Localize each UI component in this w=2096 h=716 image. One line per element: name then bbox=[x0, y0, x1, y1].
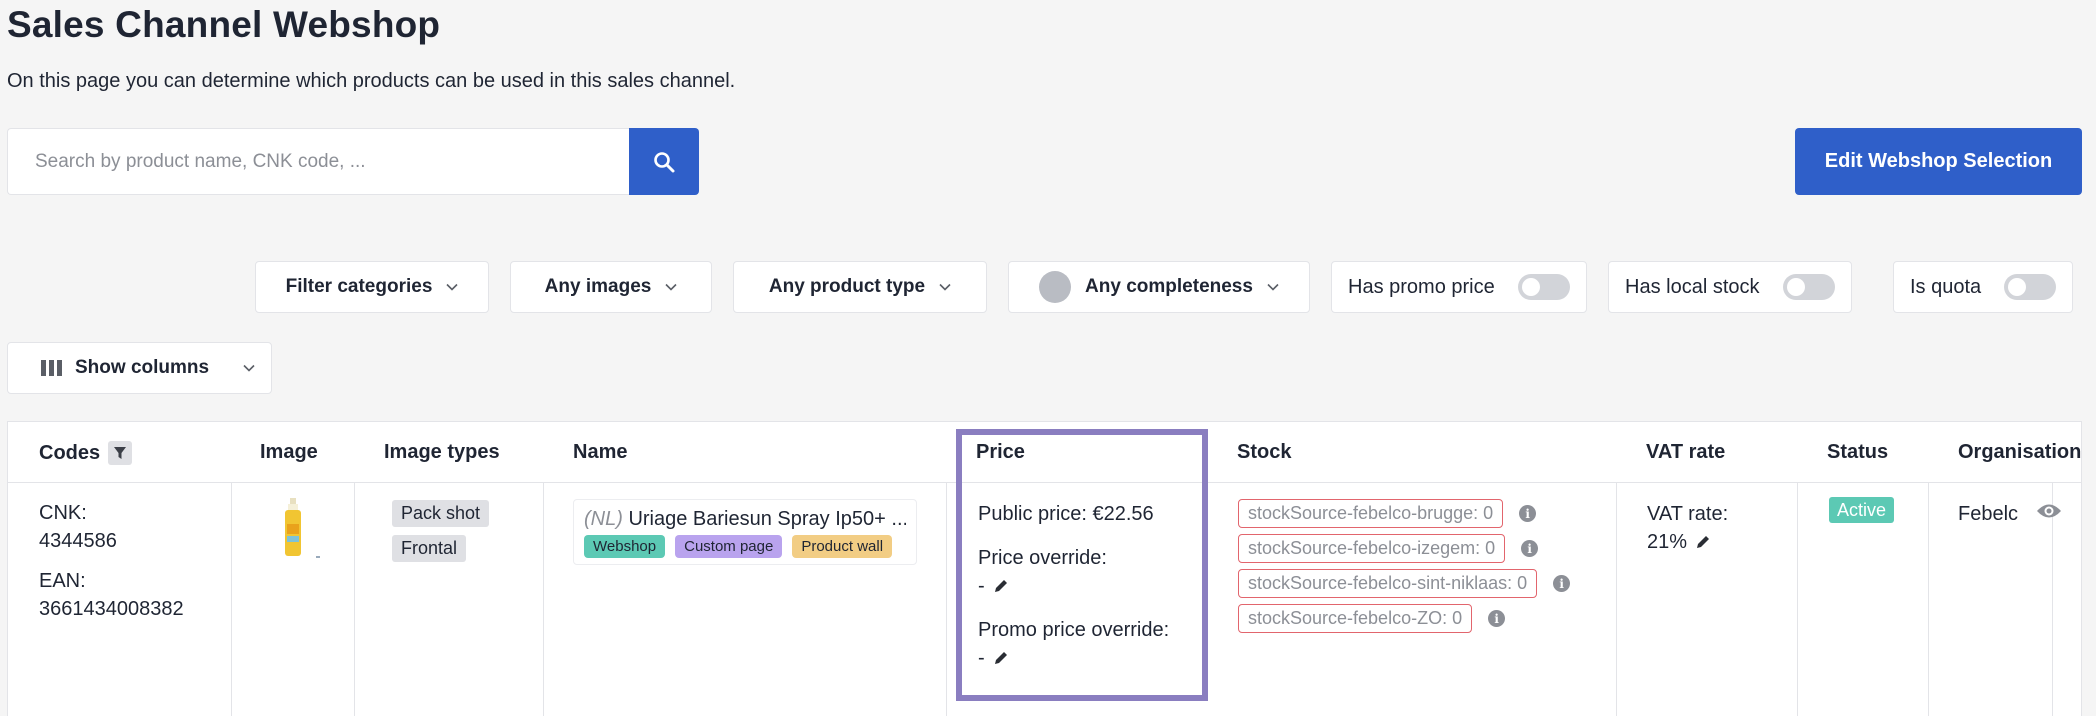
column-header-vat-rate[interactable]: VAT rate bbox=[1646, 441, 1725, 464]
info-icon[interactable]: i bbox=[1521, 540, 1539, 557]
completeness-indicator-icon bbox=[1039, 271, 1072, 303]
vat-label: VAT rate: bbox=[1647, 503, 1729, 525]
language-prefix: (NL) bbox=[584, 508, 623, 530]
column-divider bbox=[946, 483, 947, 716]
stock-source-chip: stockSource-febelco-brugge: 0 bbox=[1238, 499, 1504, 528]
search-input[interactable] bbox=[35, 150, 629, 173]
image-types-cell: Pack shot Frontal bbox=[392, 500, 490, 562]
promo-price-toggle[interactable] bbox=[1518, 274, 1570, 300]
column-header-label: Codes bbox=[39, 441, 101, 464]
images-dropdown[interactable]: Any images bbox=[510, 261, 712, 313]
status-badge: Active bbox=[1829, 497, 1895, 523]
codes-cell: CNK: 4344586 EAN: 3661434008382 bbox=[39, 499, 184, 623]
info-icon[interactable]: i bbox=[1553, 575, 1571, 592]
column-header-organisation[interactable]: Organisation bbox=[1958, 441, 2081, 464]
column-header-status[interactable]: Status bbox=[1827, 441, 1888, 464]
stock-cell: stockSource-febelco-brugge: 0 i stockSou… bbox=[1238, 499, 1571, 633]
cnk-label: CNK: bbox=[39, 502, 87, 524]
image-type-chip: Pack shot bbox=[392, 500, 490, 527]
info-icon[interactable]: i bbox=[1519, 505, 1537, 522]
status-cell: Active bbox=[1829, 497, 1895, 523]
chevron-down-icon bbox=[446, 283, 458, 291]
column-divider bbox=[231, 483, 232, 716]
columns-icon bbox=[41, 360, 62, 376]
column-header-image-types[interactable]: Image types bbox=[384, 441, 500, 464]
completeness-label: Any completeness bbox=[1085, 276, 1253, 297]
tag-webshop: Webshop bbox=[584, 535, 666, 558]
quota-label: Is quota bbox=[1910, 275, 1982, 298]
product-name[interactable]: Uriage Bariesun Spray Ip50+ ... bbox=[628, 508, 906, 530]
filter-categories-label: Filter categories bbox=[285, 276, 433, 297]
stock-source-chip: stockSource-febelco-izegem: 0 bbox=[1238, 534, 1506, 563]
vat-value: 21% bbox=[1647, 531, 1688, 553]
column-divider bbox=[1928, 483, 1929, 716]
price-column-highlight bbox=[956, 429, 1208, 701]
images-label: Any images bbox=[544, 276, 652, 297]
promo-price-label: Has promo price bbox=[1348, 275, 1495, 298]
completeness-dropdown[interactable]: Any completeness bbox=[1008, 261, 1310, 313]
search-button[interactable] bbox=[629, 128, 699, 195]
tag-product-wall: Product wall bbox=[792, 535, 893, 558]
local-stock-toggle[interactable] bbox=[1783, 274, 1835, 300]
product-type-label: Any product type bbox=[768, 276, 926, 297]
column-divider bbox=[1797, 483, 1798, 716]
quota-toggle[interactable] bbox=[2004, 274, 2056, 300]
show-columns-dropdown[interactable]: Show columns bbox=[7, 342, 272, 394]
column-divider bbox=[354, 483, 355, 716]
vat-cell: VAT rate: 21% bbox=[1647, 500, 1728, 556]
cnk-value: 4344586 bbox=[39, 530, 117, 552]
ean-label: EAN: bbox=[39, 570, 86, 592]
column-header-name[interactable]: Name bbox=[573, 441, 627, 464]
product-name-card[interactable]: (NL) Uriage Bariesun Spray Ip50+ ... Web… bbox=[573, 499, 917, 565]
local-stock-label: Has local stock bbox=[1625, 275, 1760, 298]
page-description: On this page you can determine which pro… bbox=[7, 70, 736, 92]
page-title: Sales Channel Webshop bbox=[7, 4, 441, 45]
column-divider bbox=[543, 483, 544, 716]
chevron-down-icon bbox=[939, 283, 951, 291]
local-stock-filter: Has local stock bbox=[1608, 261, 1852, 313]
eye-icon[interactable] bbox=[2036, 502, 2062, 520]
column-header-stock[interactable]: Stock bbox=[1237, 441, 1291, 464]
search-icon bbox=[654, 151, 675, 172]
stock-source-chip: stockSource-febelco-sint-niklaas: 0 bbox=[1238, 569, 1538, 598]
product-type-dropdown[interactable]: Any product type bbox=[733, 261, 987, 313]
show-columns-label: Show columns bbox=[75, 357, 210, 378]
image-type-chip: Frontal bbox=[392, 535, 467, 562]
chevron-down-icon bbox=[665, 283, 677, 291]
column-header-image[interactable]: Image bbox=[260, 441, 318, 464]
column-header-codes[interactable]: Codes bbox=[39, 441, 133, 465]
product-image bbox=[285, 498, 320, 558]
chevron-down-icon bbox=[243, 364, 255, 372]
organisation-name: Febelco bbox=[1958, 503, 2018, 525]
info-icon[interactable]: i bbox=[1488, 610, 1506, 627]
filter-categories-dropdown[interactable]: Filter categories bbox=[255, 261, 489, 313]
column-divider bbox=[1616, 483, 1617, 716]
product-thumbnail[interactable] bbox=[282, 498, 322, 562]
pencil-icon[interactable] bbox=[1695, 534, 1711, 550]
chevron-down-icon bbox=[1267, 283, 1279, 291]
tag-custom-page: Custom page bbox=[675, 535, 783, 558]
stock-source-chip: stockSource-febelco-ZO: 0 bbox=[1238, 604, 1473, 633]
ean-value: 3661434008382 bbox=[39, 598, 184, 620]
edit-webshop-selection-button[interactable]: Edit Webshop Selection bbox=[1795, 128, 2082, 195]
promo-price-filter: Has promo price bbox=[1331, 261, 1587, 313]
quota-filter: Is quota bbox=[1893, 261, 2073, 313]
search-field[interactable] bbox=[7, 128, 629, 195]
filter-icon[interactable] bbox=[108, 441, 133, 465]
